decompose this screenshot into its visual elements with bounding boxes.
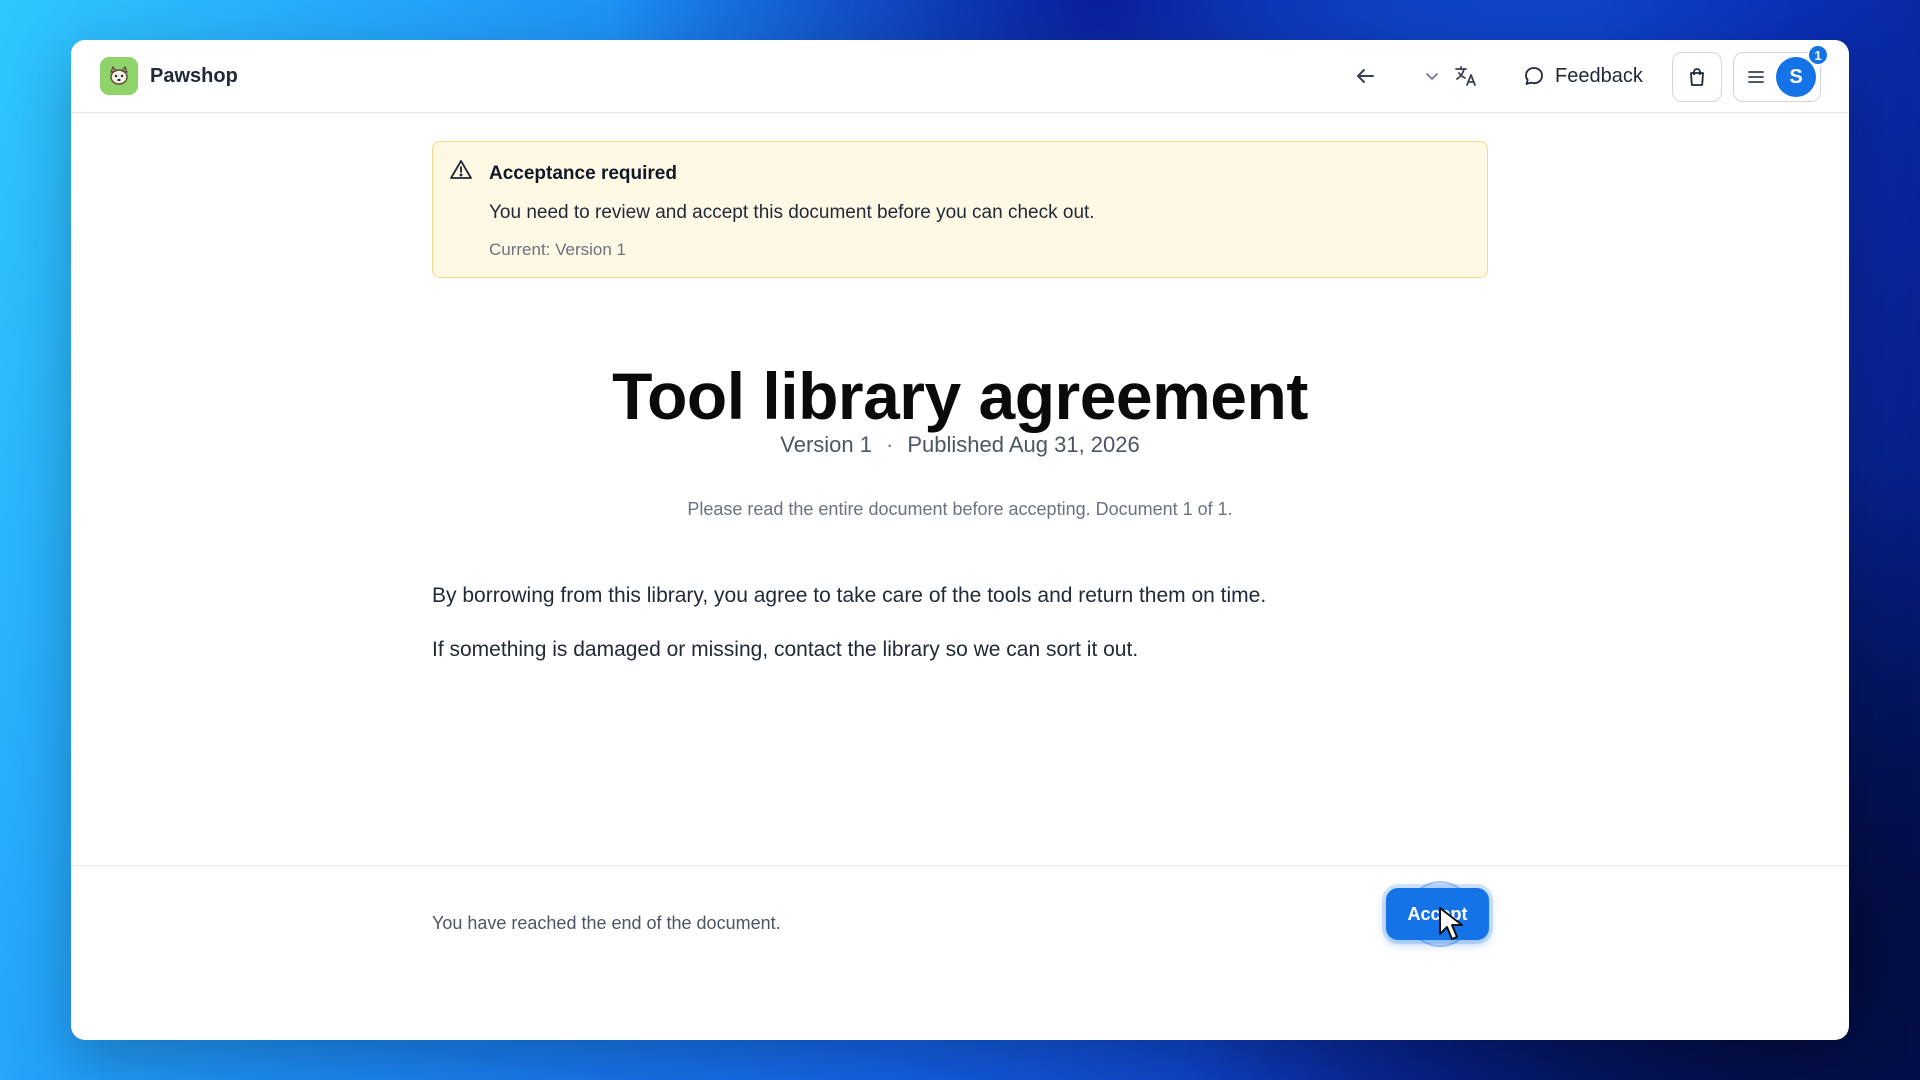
app-window: Pawshop Feedback S 1 Acceptance required…	[71, 40, 1849, 1040]
end-of-document-message: You have reached the end of the document…	[432, 913, 781, 933]
cart-button[interactable]	[1672, 52, 1722, 102]
app-name: Pawshop	[150, 64, 238, 87]
notification-badge: 1	[1807, 44, 1829, 66]
acceptance-alert: Acceptance required You need to review a…	[432, 141, 1488, 278]
document-published-date: Published Aug 31, 2026	[907, 432, 1140, 457]
feedback-label: Feedback	[1555, 64, 1643, 87]
document-meta: Version 1 · Published Aug 31, 2026	[71, 432, 1849, 458]
alert-message: You need to review and accept this docum…	[489, 202, 1095, 223]
document-footer: You have reached the end of the document…	[71, 865, 1849, 1040]
document-version: Version 1	[780, 432, 872, 457]
accept-button[interactable]: Accept	[1386, 888, 1489, 940]
document-reading-note: Please read the entire document before a…	[687, 499, 1233, 519]
hamburger-menu-icon	[1748, 71, 1764, 83]
chat-bubble-icon	[1525, 67, 1543, 85]
language-selector[interactable]	[1411, 58, 1491, 94]
brand[interactable]: Pawshop	[100, 57, 238, 95]
alert-title: Acceptance required	[489, 163, 677, 184]
document-title: Tool library agreement	[612, 359, 1308, 433]
document-body: By borrowing from this library, you agre…	[432, 581, 1492, 689]
dog-face-icon	[100, 57, 138, 95]
meta-separator: ·	[885, 432, 894, 457]
chevron-down-icon	[1426, 73, 1438, 81]
document-paragraph: If something is damaged or missing, cont…	[432, 638, 1139, 661]
alert-current-version: Current: Version 1	[489, 240, 627, 259]
document-paragraph: By borrowing from this library, you agre…	[432, 584, 1267, 607]
arrow-left-icon	[1357, 69, 1374, 83]
back-button[interactable]	[1347, 58, 1383, 94]
shopping-bag-icon	[1690, 68, 1704, 86]
warning-triangle-icon	[450, 160, 472, 179]
top-bar: Pawshop Feedback S 1	[71, 40, 1849, 113]
translate-icon	[1455, 66, 1476, 86]
feedback-button[interactable]: Feedback	[1511, 56, 1655, 96]
